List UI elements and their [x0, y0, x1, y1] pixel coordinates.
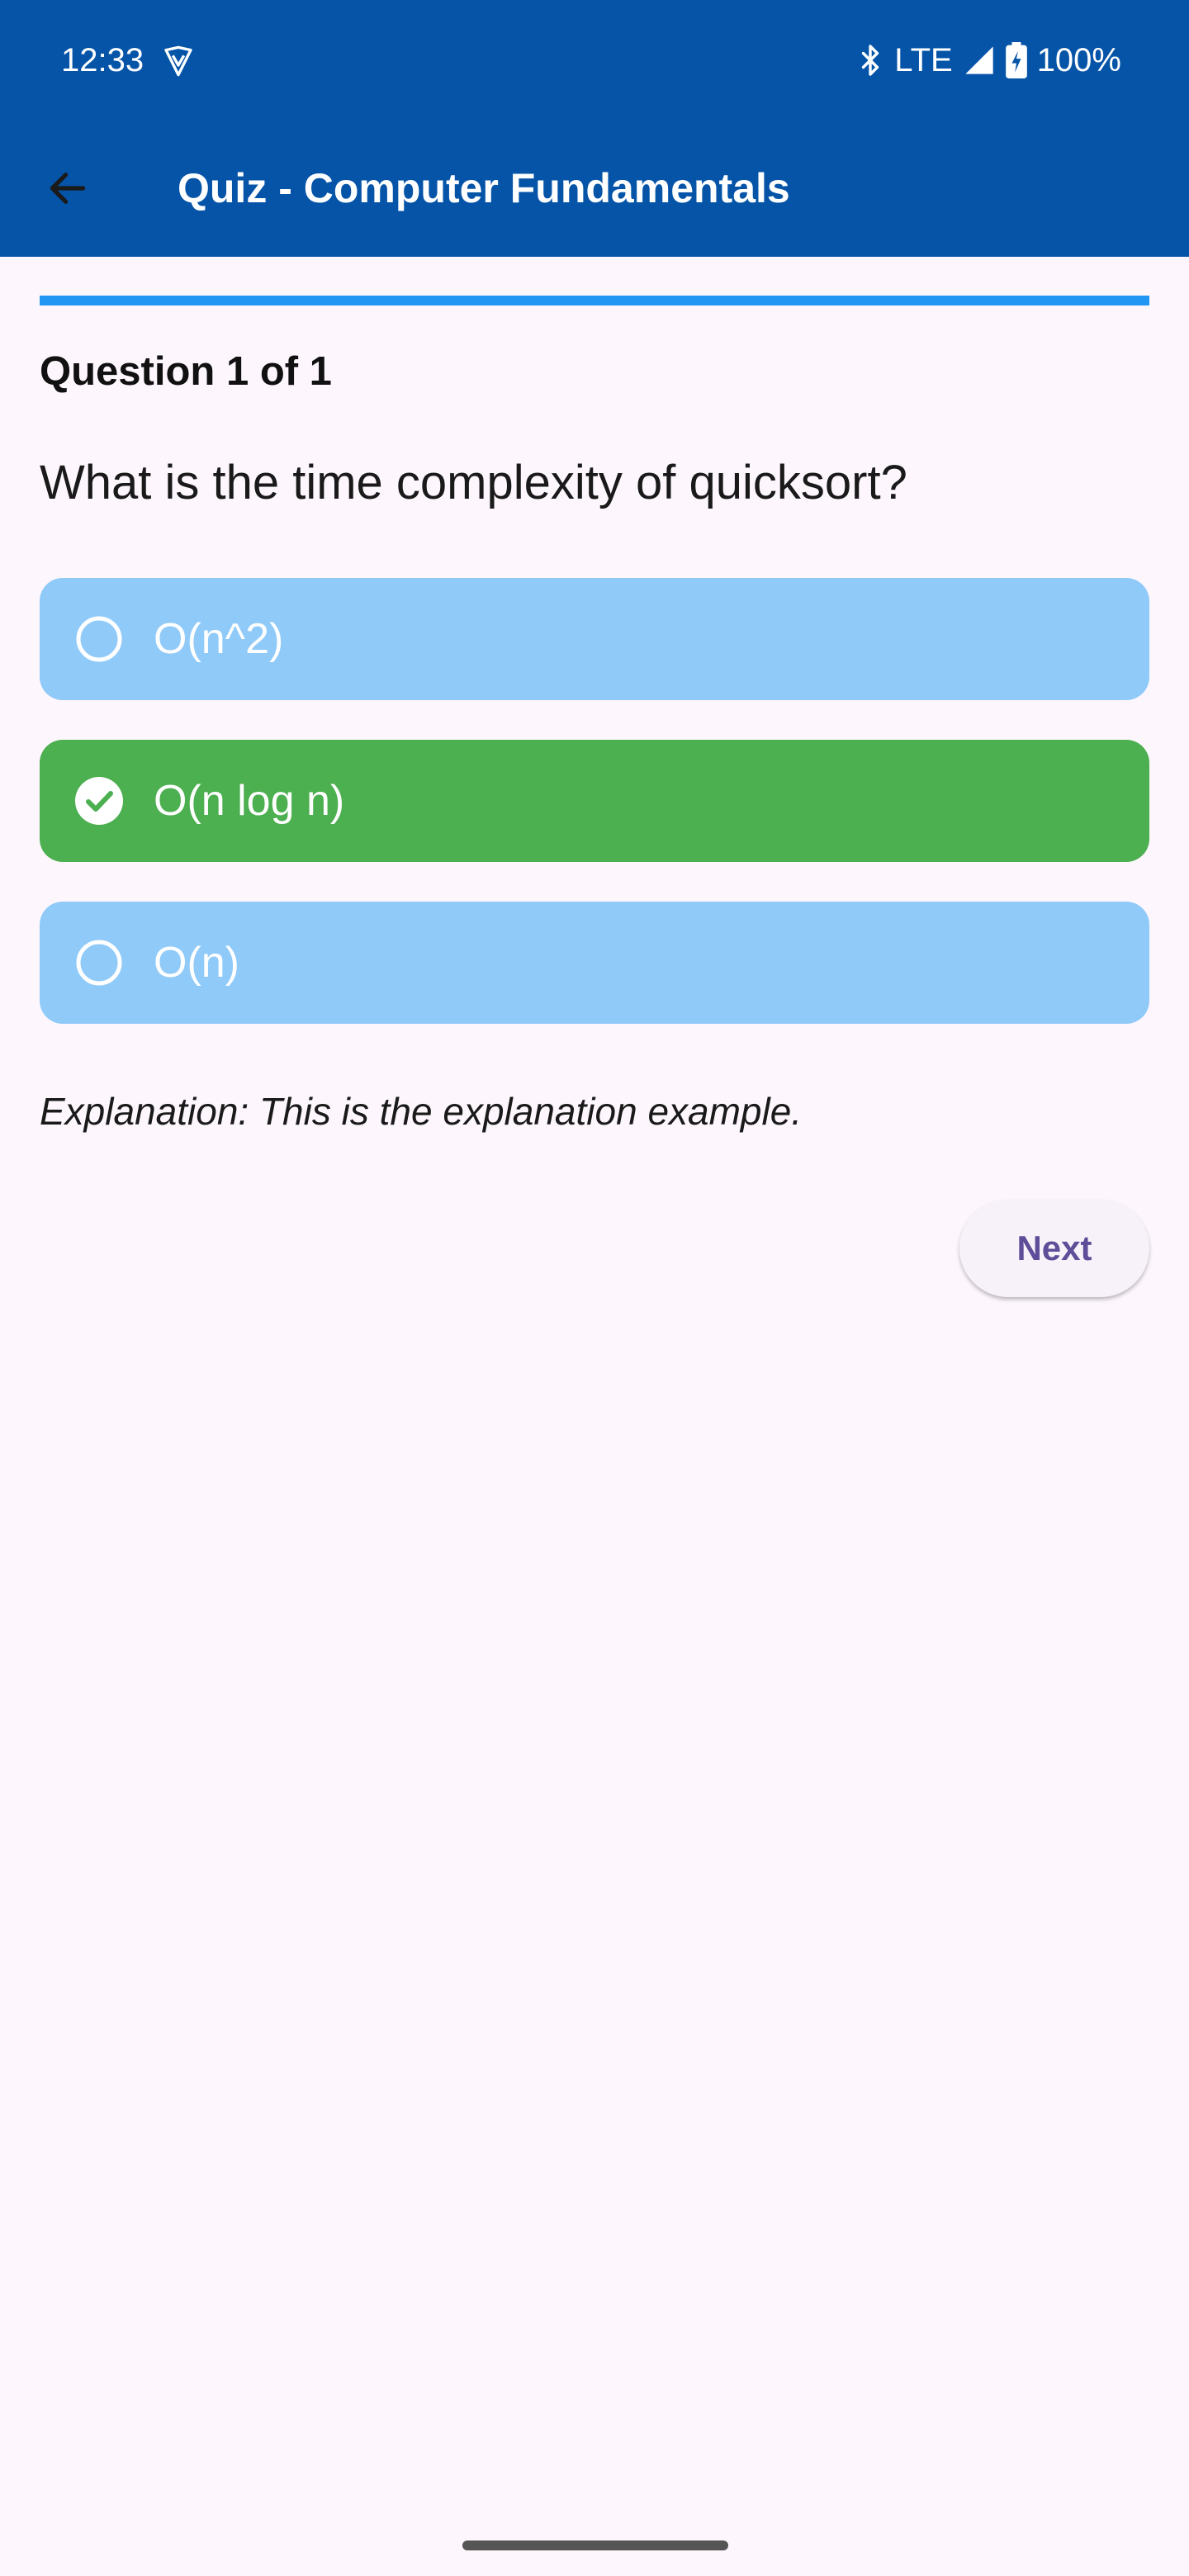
answer-option-label: O(n log n) — [154, 777, 345, 825]
check-circle-icon — [74, 776, 124, 826]
question-counter: Question 1 of 1 — [40, 349, 332, 394]
status-bar: 12:33 LTE 100% — [0, 0, 1189, 121]
app-bar: Quiz - Computer Fundamentals — [0, 121, 1189, 257]
answer-options: O(n^2) O(n log n) O(n) — [40, 578, 1149, 1063]
explanation-text: Explanation: This is the explanation exa… — [40, 1090, 803, 1133]
next-button[interactable]: Next — [959, 1200, 1149, 1297]
status-right: LTE 100% — [856, 40, 1121, 81]
answer-option-3[interactable]: O(n) — [40, 902, 1149, 1024]
quiz-progress-bar — [40, 296, 1149, 305]
question-text: What is the time complexity of quicksort… — [40, 456, 907, 509]
battery-charging-icon — [1005, 42, 1027, 78]
radio-unchecked-icon — [74, 938, 124, 987]
radio-unchecked-icon — [74, 614, 124, 664]
back-button[interactable] — [33, 155, 102, 225]
bluetooth-icon — [856, 44, 884, 77]
answer-option-label: O(n) — [154, 939, 239, 987]
answer-option-2[interactable]: O(n log n) — [40, 740, 1149, 862]
signal-icon — [963, 44, 996, 77]
home-indicator[interactable] — [462, 2540, 728, 2550]
status-time: 12:33 — [61, 42, 144, 78]
quiz-progress-fill — [40, 296, 1149, 305]
answer-option-1[interactable]: O(n^2) — [40, 578, 1149, 700]
vpn-icon — [162, 45, 195, 78]
battery-label: 100% — [1036, 41, 1121, 78]
top-bar: 12:33 LTE 100% Quiz - Computer Fundament… — [0, 0, 1189, 257]
network-label: LTE — [894, 41, 953, 78]
arrow-back-icon — [45, 165, 91, 215]
answer-option-label: O(n^2) — [154, 615, 284, 663]
page-title: Quiz - Computer Fundamentals — [178, 165, 790, 211]
